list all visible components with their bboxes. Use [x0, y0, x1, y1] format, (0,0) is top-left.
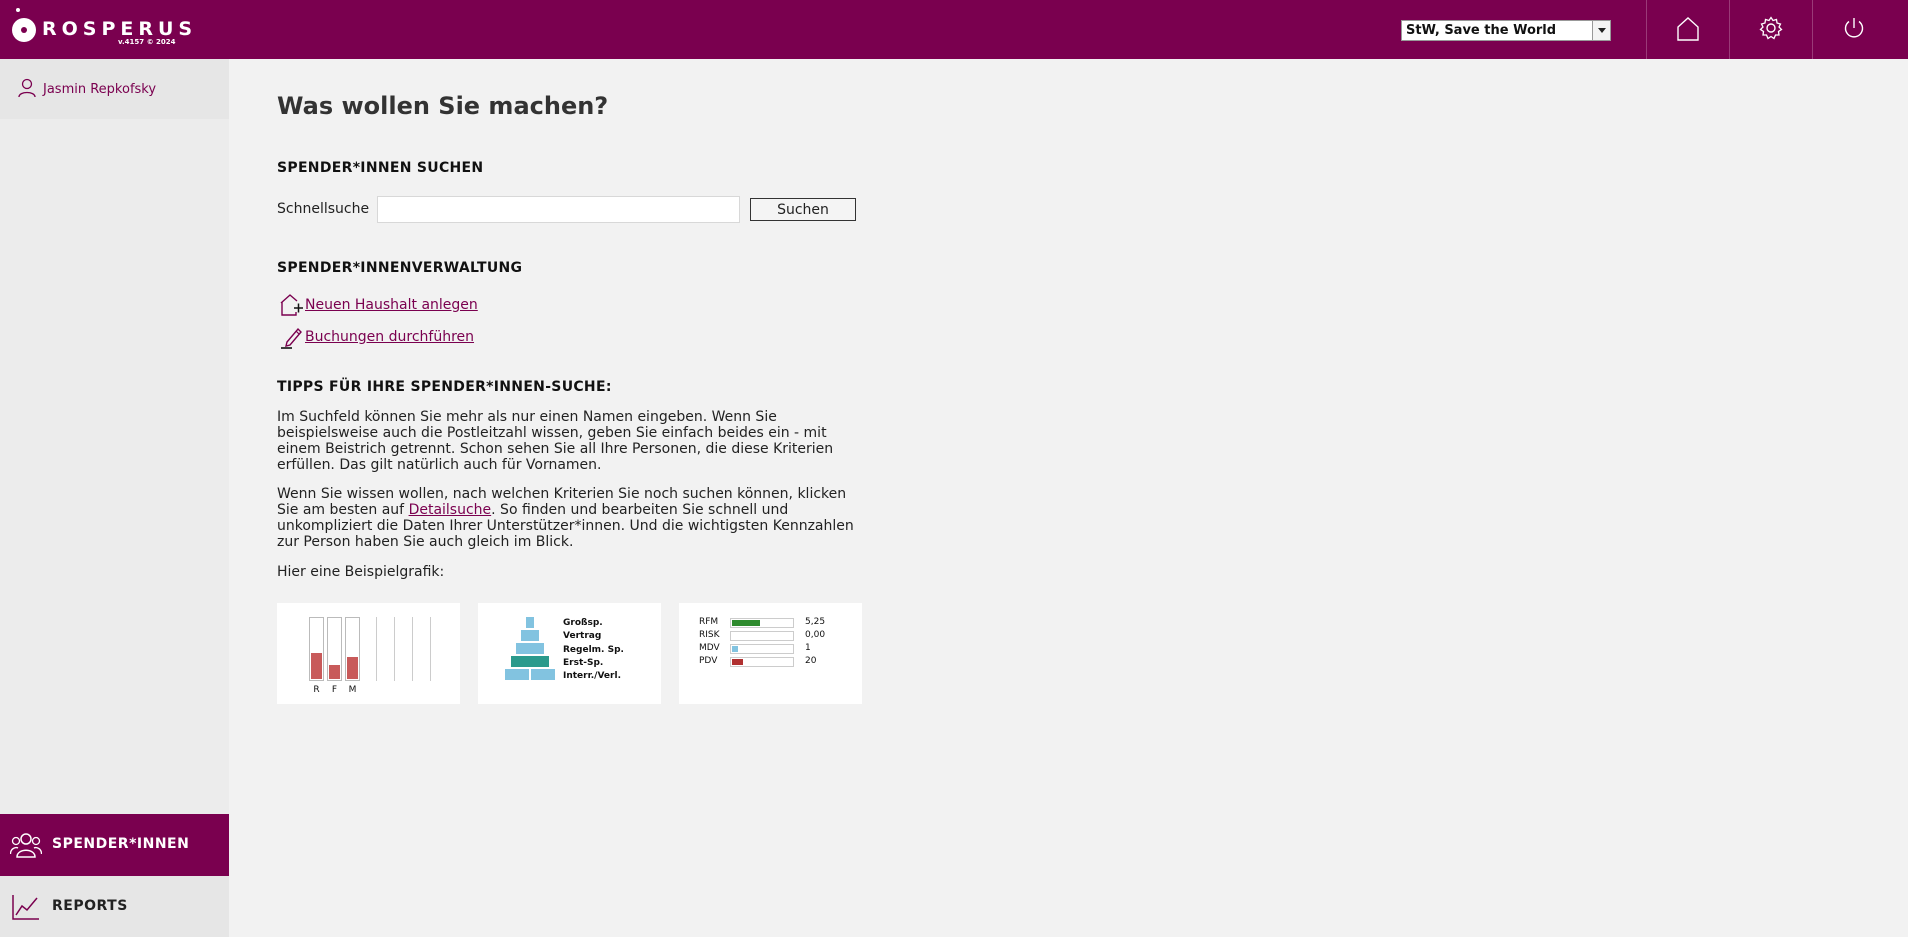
nav-donors-label: SPENDER*INNEN: [52, 836, 190, 852]
kpi-value: 5,25: [805, 617, 826, 627]
logo-text: ROSPERUS: [42, 18, 198, 40]
new-household-link-text[interactable]: Neuen Haushalt anlegen: [305, 297, 478, 313]
chart-icon: [12, 895, 39, 920]
quick-search-label: Schnellsuche: [277, 201, 370, 217]
rfm-bar-m: [345, 617, 360, 681]
rfm-bar-f: [327, 617, 342, 681]
kpi-bar: [730, 657, 794, 667]
tips-paragraph-1: Im Suchfeld können Sie mehr als nur eine…: [277, 409, 834, 473]
logo-p-circle: [12, 18, 36, 42]
pyramid-level: [505, 669, 529, 680]
nav-donors[interactable]: SPENDER*INNEN: [0, 814, 229, 876]
kpi-bar: [730, 644, 794, 654]
organization-select-value: StW, Save the World: [1406, 23, 1557, 38]
nav-reports[interactable]: REPORTS: [0, 876, 229, 937]
search-button[interactable]: Suchen: [750, 198, 856, 221]
kpi-bar: [730, 631, 794, 641]
main-content: Was wollen Sie machen? SPENDER*INNEN SUC…: [229, 59, 1908, 937]
rfm-bar-fill: [347, 656, 358, 679]
empty-bar-line: [376, 617, 377, 681]
donors-icon: [10, 833, 42, 858]
tips-paragraph-2: Wenn Sie wissen wollen, nach welchen Kri…: [277, 486, 867, 550]
user-name: Jasmin Repkofsky: [43, 82, 157, 97]
current-user[interactable]: Jasmin Repkofsky: [0, 59, 229, 119]
pyramid-label: Großsp.: [563, 618, 603, 628]
kpi-value: 0,00: [805, 630, 826, 640]
kpi-value: 1: [805, 643, 811, 653]
empty-bar-line: [430, 617, 431, 681]
rfm-bar-label: M: [348, 685, 357, 695]
kpi-bar-fill: [732, 646, 739, 652]
prosperus-logo[interactable]: ROSPERUS v.4157 © 2024: [12, 8, 192, 50]
kpi-label: RISK: [699, 630, 720, 640]
admin-section-title: SPENDER*INNENVERWALTUNG: [277, 260, 523, 276]
kpi-bar-fill: [732, 659, 744, 665]
kpi-value: 20: [805, 656, 817, 666]
pyramid-level: [531, 669, 555, 680]
empty-bar-line: [412, 617, 413, 681]
app-version: v.4157 © 2024: [118, 38, 176, 46]
example-rfm-bars: R F M: [277, 603, 460, 704]
pyramid-level: [526, 617, 534, 628]
sidebar: Jasmin Repkofsky SPENDER*INNEN REPORTS: [0, 59, 229, 937]
rfm-bar-r: [309, 617, 324, 681]
pyramid-label: Regelm. Sp.: [563, 645, 624, 655]
home-button[interactable]: [1647, 0, 1729, 59]
rfm-bar-fill: [311, 652, 322, 679]
detail-search-link[interactable]: Detailsuche: [409, 502, 492, 518]
kpi-label: PDV: [699, 656, 718, 666]
pyramid-label: Erst-Sp.: [563, 658, 604, 668]
tips-paragraph-3: Hier eine Beispielgrafik:: [277, 564, 445, 580]
example-kpi-bars: RFM 5,25 RISK 0,00 MDV 1 PDV 20: [679, 603, 862, 704]
pyramid-level: [521, 630, 539, 641]
logo-dot: [16, 8, 20, 12]
tips-section-title: TIPPS FÜR IHRE SPENDER*INNEN-SUCHE:: [277, 379, 612, 395]
page-title: Was wollen Sie machen?: [277, 92, 609, 120]
example-donor-pyramid: Großsp. Vertrag Regelm. Sp. Erst-Sp. Int…: [478, 603, 661, 704]
kpi-bar: [730, 618, 794, 628]
rfm-bar-label: F: [331, 685, 338, 695]
rfm-bar-fill: [329, 665, 340, 679]
nav-reports-label: REPORTS: [52, 898, 128, 914]
rfm-bar-label: R: [313, 685, 320, 695]
add-household-icon: [280, 294, 303, 316]
organization-select[interactable]: StW, Save the World: [1401, 20, 1611, 41]
new-household-link[interactable]: Neuen Haushalt anlegen: [277, 293, 577, 317]
kpi-label: MDV: [699, 643, 720, 653]
kpi-label: RFM: [699, 617, 719, 627]
empty-bar-line: [394, 617, 395, 681]
bookings-link[interactable]: Buchungen durchführen: [277, 325, 577, 349]
pyramid-label: Vertrag: [563, 631, 602, 641]
power-icon: [1844, 18, 1864, 38]
top-header: ROSPERUS v.4157 © 2024 StW, Save the Wor…: [0, 0, 1908, 59]
bookings-link-text[interactable]: Buchungen durchführen: [305, 329, 474, 345]
pen-icon: [281, 327, 302, 349]
chevron-down-icon[interactable]: [1592, 21, 1610, 40]
pyramid-level: [511, 656, 549, 667]
logout-button[interactable]: [1813, 0, 1895, 59]
kpi-bar-fill: [732, 620, 760, 626]
user-icon: [18, 78, 36, 98]
settings-button[interactable]: [1730, 0, 1812, 59]
home-icon: [1677, 17, 1699, 41]
search-section-title: SPENDER*INNEN SUCHEN: [277, 160, 484, 176]
pyramid-label: Interr./Verl.: [563, 671, 621, 681]
quick-search-input[interactable]: [377, 196, 740, 223]
gear-icon: [1759, 16, 1783, 40]
pyramid-level: [516, 643, 544, 654]
